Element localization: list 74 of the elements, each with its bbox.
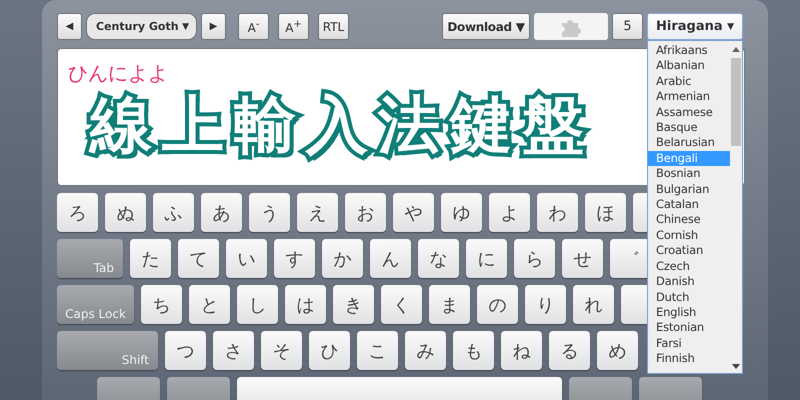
layout-option[interactable]: Danish: [648, 274, 730, 290]
overlay-title: 線上輸入法鍵盤: [68, 85, 594, 165]
keyboard-key[interactable]: ふ: [153, 193, 194, 232]
layout-option[interactable]: Bosnian: [648, 166, 730, 182]
keyboard-key[interactable]: る: [549, 331, 590, 370]
keyboard-key[interactable]: ゆ: [441, 193, 482, 232]
keyboard-key[interactable]: そ: [261, 331, 302, 370]
keyboard-key[interactable]: や: [393, 193, 434, 232]
keyboard-key[interactable]: す: [274, 239, 315, 278]
download-button[interactable]: Download ▼: [442, 13, 530, 40]
layout-option[interactable]: Assamese: [648, 104, 730, 120]
typed-text: ひんによよ: [68, 61, 168, 85]
keyboard-key[interactable]: ち: [141, 285, 182, 324]
keyboard-key[interactable]: の: [477, 285, 518, 324]
layout-option[interactable]: English: [648, 304, 730, 320]
keyboard-key[interactable]: な: [418, 239, 459, 278]
keyboard-key[interactable]: お: [345, 193, 386, 232]
keyboard-key[interactable]: め: [597, 331, 638, 370]
keyboard-key[interactable]: ろ: [57, 193, 98, 232]
layout-option[interactable]: Czech: [648, 258, 730, 274]
keyboard-key[interactable]: み: [405, 331, 446, 370]
keyboard-key[interactable]: と: [189, 285, 230, 324]
layout-option[interactable]: Armenian: [648, 89, 730, 105]
layout-option[interactable]: Basque: [648, 120, 730, 136]
layout-option[interactable]: Farsi: [648, 336, 730, 352]
rtl-button[interactable]: RTL: [318, 13, 349, 40]
decrease-size-button[interactable]: A$^{-}$: [238, 13, 269, 40]
keyboard-key[interactable]: ほ: [585, 193, 626, 232]
layout-option[interactable]: Belarusian: [648, 135, 730, 151]
font-select[interactable]: Century Goth ▼: [86, 13, 197, 40]
keyboard-key[interactable]: ん: [370, 239, 411, 278]
keyboard-key[interactable]: つ: [165, 331, 206, 370]
layout-option[interactable]: Arabic: [648, 74, 730, 90]
keyboard-key[interactable]: も: [453, 331, 494, 370]
keyboard-key[interactable]: え: [297, 193, 338, 232]
layout-option[interactable]: Estonian: [648, 320, 730, 336]
next-font-button[interactable]: ▶: [201, 13, 226, 40]
keyboard-key[interactable]: に: [466, 239, 507, 278]
keyboard-key[interactable]: ま: [429, 285, 470, 324]
keyboard-key[interactable]: し: [237, 285, 278, 324]
increase-size-button[interactable]: A$^{+}$: [278, 13, 309, 40]
keyboard-key[interactable]: り: [525, 285, 566, 324]
keyboard-key[interactable]: ぬ: [105, 193, 146, 232]
keyboard-key[interactable]: た: [130, 239, 171, 278]
layout-option[interactable]: Chinese: [648, 212, 730, 228]
keyboard-key[interactable]: あ: [201, 193, 242, 232]
previous-font-button[interactable]: ◀: [57, 13, 82, 40]
keyboard-key[interactable]: こ: [357, 331, 398, 370]
keyboard-key[interactable]: か: [322, 239, 363, 278]
layout-option[interactable]: Dutch: [648, 290, 730, 305]
keyboard-key[interactable]: て: [178, 239, 219, 278]
keyboard-key[interactable]: う: [249, 193, 290, 232]
count-button[interactable]: 5: [612, 13, 643, 40]
keyboard-key[interactable]: い: [226, 239, 267, 278]
keyboard-key[interactable]: ひ: [309, 331, 350, 370]
keyboard-key[interactable]: き: [333, 285, 374, 324]
layout-option[interactable]: Croatian: [648, 243, 730, 259]
keyboard-key[interactable]: ね: [501, 331, 542, 370]
keyboard-key[interactable]: ら: [514, 239, 555, 278]
keyboard-key[interactable]: く: [381, 285, 422, 324]
layout-option[interactable]: Finnish: [648, 351, 730, 367]
layout-option[interactable]: Catalan: [648, 197, 730, 212]
keyboard-key[interactable]: は: [285, 285, 326, 324]
keyboard-key[interactable]: せ: [562, 239, 603, 278]
layout-option[interactable]: Cornish: [648, 228, 730, 244]
scroll-thumb[interactable]: [731, 58, 741, 146]
scroll-down-icon[interactable]: [732, 364, 740, 369]
keyboard-key[interactable]: よ: [489, 193, 530, 232]
keyboard-key[interactable]: れ: [573, 285, 614, 324]
keyboard-key[interactable]: さ: [213, 331, 254, 370]
scroll-up-icon[interactable]: [732, 47, 740, 52]
layout-select[interactable]: Hiragana ▼: [647, 13, 743, 40]
layout-option[interactable]: Albanian: [648, 58, 730, 74]
keyboard-key[interactable]: わ: [537, 193, 578, 232]
